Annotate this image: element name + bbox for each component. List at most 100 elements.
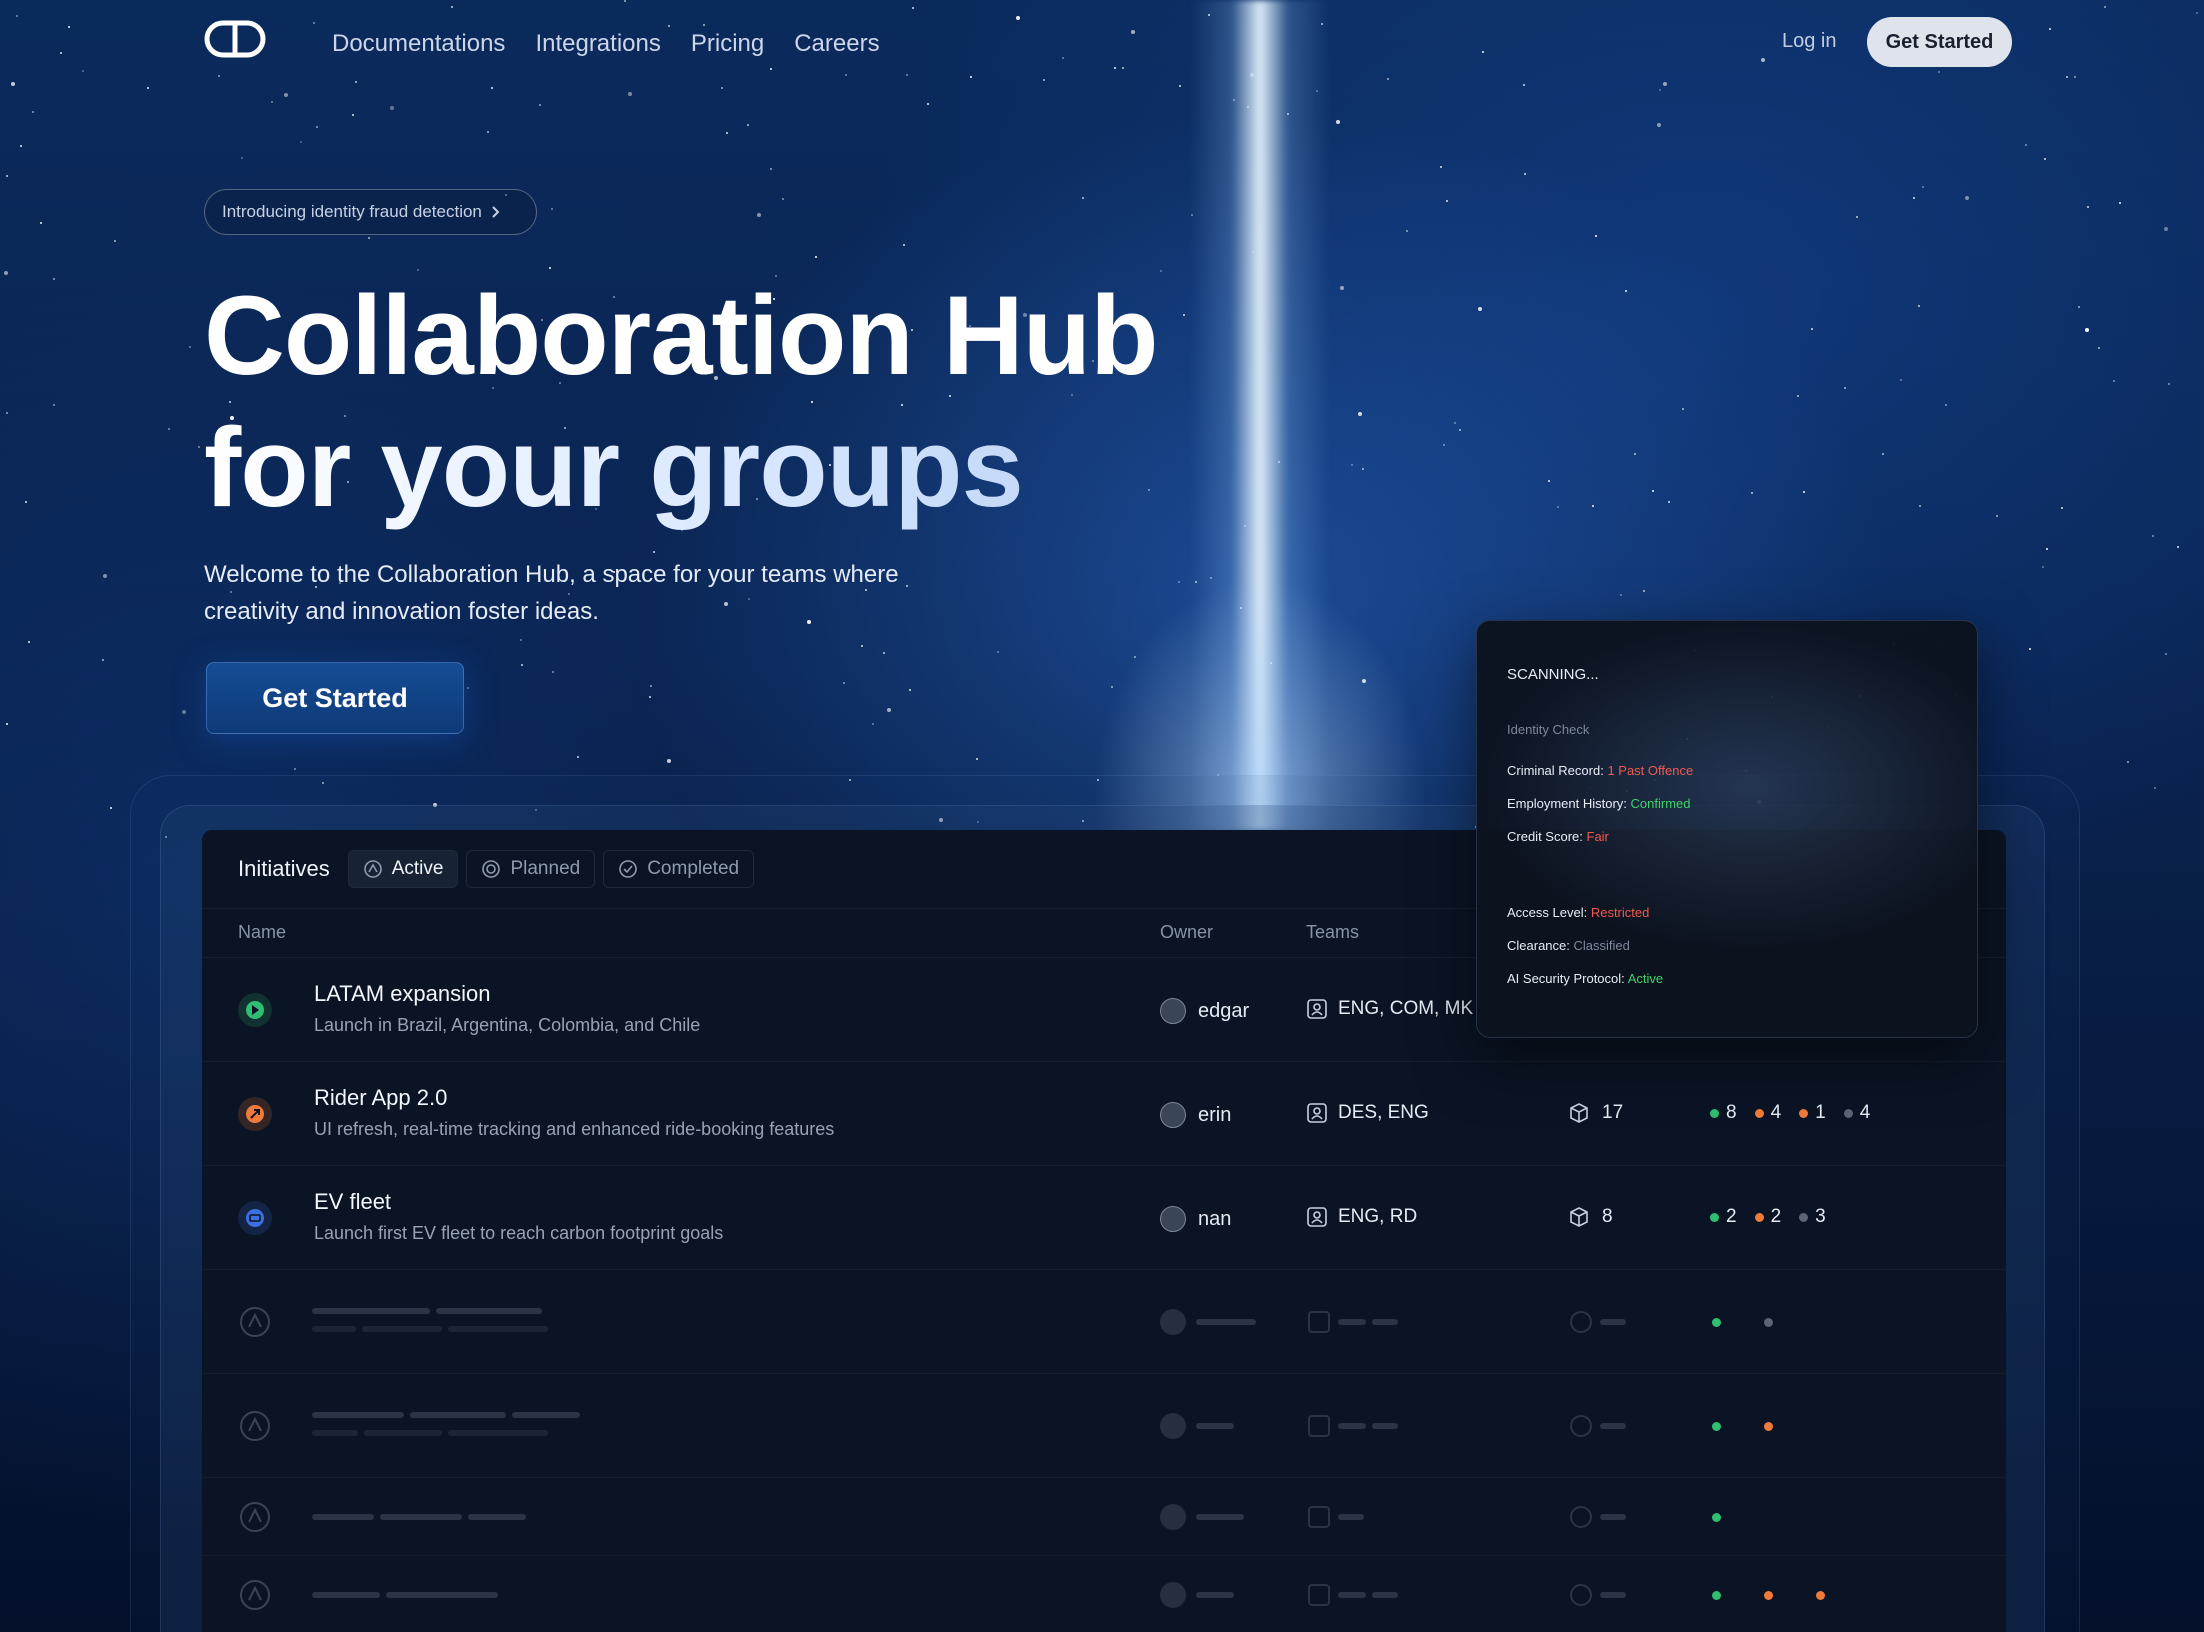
gray-dot-icon (1843, 1108, 1853, 1118)
placeholder-line (1338, 1423, 1366, 1429)
star (368, 237, 370, 239)
nav-link-documentations[interactable]: Documentations (332, 30, 505, 58)
placeholder-line (1372, 1423, 1398, 1429)
star (1454, 422, 1456, 424)
star (1336, 120, 1340, 124)
placeholder-line (1372, 1592, 1398, 1598)
star (747, 124, 749, 126)
star (2113, 380, 2115, 382)
star (1459, 429, 1461, 431)
star (2168, 383, 2170, 385)
star (2119, 202, 2121, 204)
star (182, 710, 186, 714)
column-header-owner[interactable]: Owner (1160, 922, 1213, 943)
green-dot-icon (1712, 1591, 1721, 1600)
star (25, 501, 27, 503)
placeholder-line (468, 1514, 526, 1520)
employment-history-value: Confirmed (1630, 796, 1691, 811)
placeholder-cube-icon (1570, 1415, 1592, 1437)
placeholder-line (1600, 1514, 1626, 1520)
criminal-record-value: 1 Past Offence (1607, 763, 1694, 778)
planned-status-icon (482, 860, 501, 878)
star (2154, 787, 2156, 789)
star (1844, 387, 1846, 389)
placeholder-line (448, 1430, 548, 1436)
nav-link-careers[interactable]: Careers (794, 30, 879, 58)
placeholder-line (362, 1326, 442, 1332)
star (6, 412, 8, 414)
login-link[interactable]: Log in (1782, 30, 1837, 53)
star (1351, 464, 1353, 466)
scan-title: SCANNING... (1507, 666, 1599, 683)
star (552, 671, 554, 673)
initiative-description: Launch first EV fleet to reach carbon fo… (314, 1223, 724, 1243)
placeholder-status-icon (240, 1307, 270, 1337)
star (1446, 200, 1448, 202)
column-header-teams[interactable]: Teams (1306, 922, 1359, 943)
clearance-label: Clearance: (1507, 938, 1570, 953)
table-row[interactable]: Rider App 2.0 UI refresh, real-time trac… (202, 1062, 2006, 1166)
criminal-record-label: Criminal Record: (1507, 763, 1604, 778)
logo-icon[interactable] (204, 20, 266, 58)
tab-planned[interactable]: Planned (466, 850, 596, 888)
tab-completed[interactable]: Completed (603, 850, 755, 888)
tab-active[interactable]: Active (347, 850, 459, 888)
placeholder-status-icon (240, 1580, 270, 1610)
placeholder-line (380, 1514, 462, 1520)
nav-link-integrations[interactable]: Integrations (535, 30, 660, 58)
credit-score-label: Credit Score: (1507, 829, 1583, 844)
star (521, 664, 523, 666)
placeholder-line (1196, 1514, 1244, 1520)
nav-get-started-button[interactable]: Get Started (1867, 17, 2012, 67)
star (2165, 653, 2167, 655)
green-dot-icon (1710, 1108, 1719, 1118)
star (53, 278, 55, 280)
star (1478, 307, 1482, 311)
placeholder-row (202, 1556, 2006, 1632)
announcement-text: Introducing identity fraud detection (222, 202, 482, 221)
star (1811, 328, 1813, 330)
star (1668, 501, 1670, 503)
column-header-name[interactable]: Name (238, 922, 286, 943)
star (1652, 490, 1654, 492)
tab-completed-label: Completed (647, 858, 740, 879)
star (2029, 648, 2031, 650)
tab-planned-label: Planned (510, 858, 581, 879)
identity-scan-card: SCANNING... Identity Check Criminal Reco… (1476, 620, 1978, 1038)
star (487, 131, 489, 133)
issue-count-cell: 8 (1568, 1206, 1613, 1228)
star (352, 114, 354, 116)
avatar (1160, 1102, 1186, 1128)
placeholder-row (202, 1478, 2006, 1556)
stat-value: 2 (1726, 1206, 1737, 1227)
placeholder-line (386, 1592, 498, 1598)
star (1340, 286, 1344, 290)
access-level-line: Access Level: Restricted (1507, 905, 1649, 920)
chevron-right-icon (492, 206, 500, 218)
placeholder-line (1600, 1319, 1626, 1325)
orange-dot-icon (1754, 1212, 1764, 1222)
hero-get-started-button[interactable]: Get Started (206, 662, 464, 734)
star (1592, 505, 1594, 507)
teams-cell: DES, ENG (1306, 1102, 1429, 1124)
announcement-pill[interactable]: Introducing identity fraud detection (204, 189, 537, 235)
status-breakdown: 8 4 1 4 (1710, 1102, 1870, 1124)
completed-status-icon (619, 860, 638, 878)
placeholder-row (202, 1374, 2006, 1478)
table-row[interactable]: EV fleet Launch first EV fleet to reach … (202, 1166, 2006, 1270)
credit-score-value: Fair (1586, 829, 1609, 844)
stat-value: 4 (1770, 1102, 1782, 1123)
star (1900, 379, 1902, 381)
orange-dot-icon (1754, 1108, 1764, 1118)
star (102, 659, 104, 661)
stat-value: 8 (1726, 1102, 1737, 1123)
star (1803, 491, 1805, 493)
access-level-label: Access Level: (1507, 905, 1588, 920)
star (1548, 480, 1550, 482)
nav-link-pricing[interactable]: Pricing (691, 30, 764, 58)
initiative-name: LATAM expansion (314, 981, 491, 1006)
star (1856, 216, 1858, 218)
star (20, 145, 22, 147)
placeholder-line (1196, 1319, 1256, 1325)
placeholder-line (312, 1412, 404, 1418)
